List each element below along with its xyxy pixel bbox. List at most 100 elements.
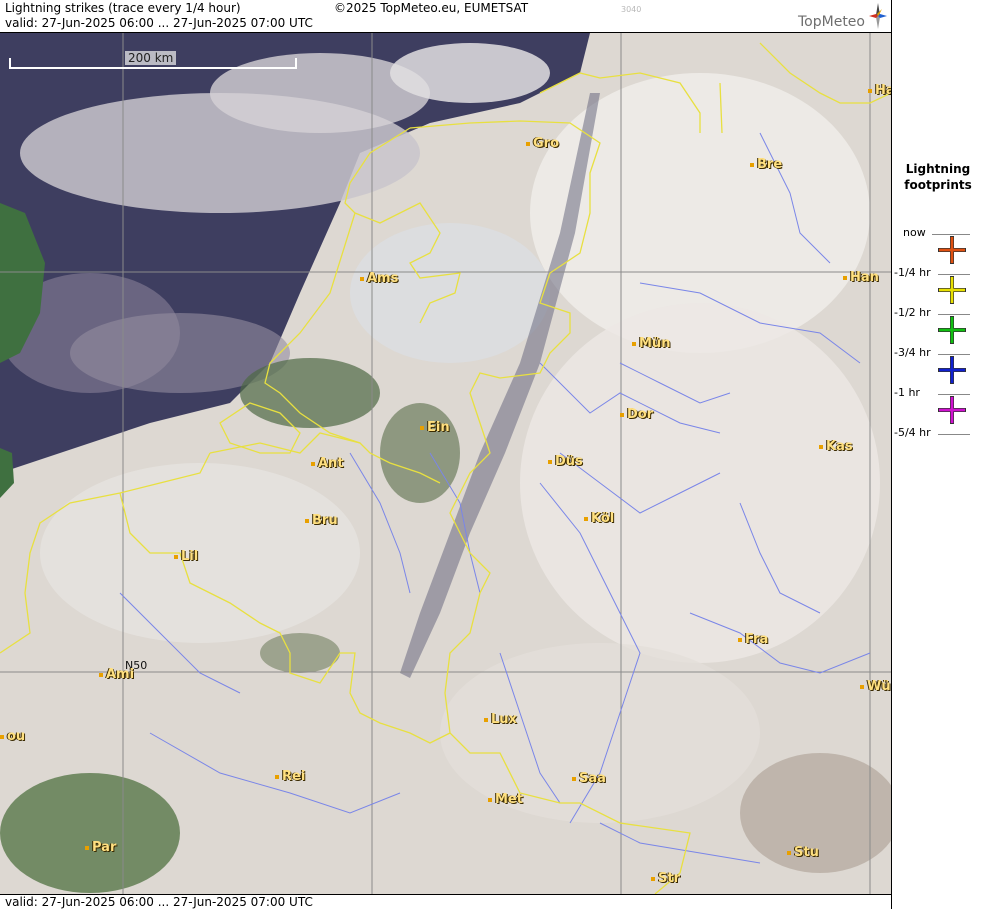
city-label: Ant — [311, 456, 344, 471]
city-name: Str — [658, 871, 680, 886]
lightning-cross-icon — [938, 356, 966, 384]
city-marker-icon — [305, 518, 309, 523]
city-label: Str — [651, 871, 680, 886]
city-marker-icon — [572, 776, 576, 781]
city-name: Mün — [639, 336, 671, 351]
city-name: Stu — [794, 845, 819, 860]
city-label: Kas — [819, 439, 853, 454]
city-name: Lil — [181, 549, 199, 564]
city-name: Lux — [491, 712, 517, 727]
city-marker-icon — [85, 845, 89, 850]
city-name: Saa — [579, 771, 606, 786]
legend-label: -1 hr — [894, 386, 920, 399]
city-label: Bre — [750, 157, 782, 172]
city-label: Bru — [305, 513, 338, 528]
product-code: 3040 — [621, 5, 642, 14]
city-name: Par — [92, 840, 117, 855]
city-label: Mün — [632, 336, 670, 351]
city-label: Rei — [275, 769, 305, 784]
city-marker-icon — [484, 717, 488, 722]
city-name: Han — [850, 270, 879, 285]
legend-label: -3/4 hr — [894, 346, 931, 359]
city-marker-icon — [99, 672, 103, 677]
city-name: Ha — [875, 83, 891, 98]
city-marker-icon — [0, 734, 4, 739]
legend-title-line1: Lightning — [905, 162, 971, 176]
city-label: Fra — [738, 632, 768, 647]
city-name: Gro — [533, 136, 560, 151]
scale-bar: 200 km — [9, 51, 297, 69]
city-name: Ant — [318, 456, 344, 471]
city-name: Wü — [867, 679, 891, 694]
legend-title: Lightning footprints — [892, 161, 983, 193]
city-marker-icon — [360, 276, 364, 281]
city-label: Köl — [584, 511, 614, 526]
city-name: Düs — [555, 454, 583, 469]
city-label: Ami — [99, 667, 134, 682]
city-marker-icon — [488, 797, 492, 802]
city-marker-icon — [843, 275, 847, 280]
city-marker-icon — [620, 412, 624, 417]
legend-label: now — [903, 226, 926, 239]
legend-title-line2: footprints — [904, 178, 972, 192]
city-marker-icon — [526, 141, 530, 146]
city-label: Dor — [620, 407, 653, 422]
city-name: Rei — [282, 769, 306, 784]
city-name: Bru — [312, 513, 338, 528]
lightning-cross-icon — [938, 276, 966, 304]
city-name: ou — [7, 729, 26, 744]
city-name: Bre — [757, 157, 783, 172]
city-label: Han — [843, 270, 879, 285]
city-label: Ams — [360, 271, 398, 286]
map-title: Lightning strikes (trace every 1/4 hour) — [5, 1, 241, 15]
city-marker-icon — [584, 516, 588, 521]
topmeteo-logo-text[interactable]: TopMeteo — [798, 14, 865, 30]
city-marker-icon — [738, 637, 742, 642]
city-name: Ami — [106, 667, 135, 682]
compass-logo-icon — [869, 3, 887, 29]
city-marker-icon — [311, 461, 315, 466]
city-label: Saa — [572, 771, 606, 786]
legend-label: -5/4 hr — [894, 426, 931, 439]
city-label: ou — [0, 729, 25, 744]
city-name: Kas — [826, 439, 853, 454]
city-marker-icon — [750, 162, 754, 167]
city-marker-icon — [632, 341, 636, 346]
satellite-map[interactable]: 200 km N50 Gro Bre Ha Ams Han Mün Dor Ein Ant Düs… — [0, 33, 891, 894]
city-name: Köl — [591, 511, 615, 526]
lightning-cross-icon — [938, 236, 966, 264]
validity-time: valid: 27-Jun-2025 06:00 ... 27-Jun-2025… — [5, 16, 313, 30]
legend-tick-line — [938, 434, 970, 435]
city-label: Gro — [526, 136, 559, 151]
city-marker-icon — [275, 774, 279, 779]
city-label: Met — [488, 792, 523, 807]
city-label: Ein — [420, 420, 450, 435]
city-label: Ha — [868, 83, 891, 98]
scale-label: 200 km — [125, 51, 177, 65]
map-header: Lightning strikes (trace every 1/4 hour)… — [0, 0, 891, 33]
city-name: Ein — [427, 420, 450, 435]
city-label: Wü — [860, 679, 891, 694]
lightning-cross-icon — [938, 316, 966, 344]
lightning-legend: Lightning footprints now -1/4 hr -1/2 hr -3… — [891, 0, 983, 909]
city-label: Lux — [484, 712, 517, 727]
city-marker-icon — [548, 459, 552, 464]
copyright-notice: ©2025 TopMeteo.eu, EUMETSAT — [334, 1, 529, 15]
lightning-cross-icon — [938, 396, 966, 424]
map-footer: valid: 27-Jun-2025 06:00 ... 27-Jun-2025… — [0, 894, 891, 910]
legend-label: -1/2 hr — [894, 306, 931, 319]
city-name: Ams — [367, 271, 399, 286]
footer-validity-time: valid: 27-Jun-2025 06:00 ... 27-Jun-2025… — [5, 895, 313, 909]
city-label: Düs — [548, 454, 583, 469]
city-marker-icon — [420, 425, 424, 430]
city-marker-icon — [860, 684, 864, 689]
city-marker-icon — [819, 444, 823, 449]
legend-label: -1/4 hr — [894, 266, 931, 279]
city-label: Lil — [174, 549, 198, 564]
city-name: Met — [495, 792, 523, 807]
city-marker-icon — [868, 88, 872, 93]
city-marker-icon — [651, 876, 655, 881]
city-name: Dor — [627, 407, 654, 422]
city-label: Stu — [787, 845, 819, 860]
city-marker-icon — [787, 850, 791, 855]
